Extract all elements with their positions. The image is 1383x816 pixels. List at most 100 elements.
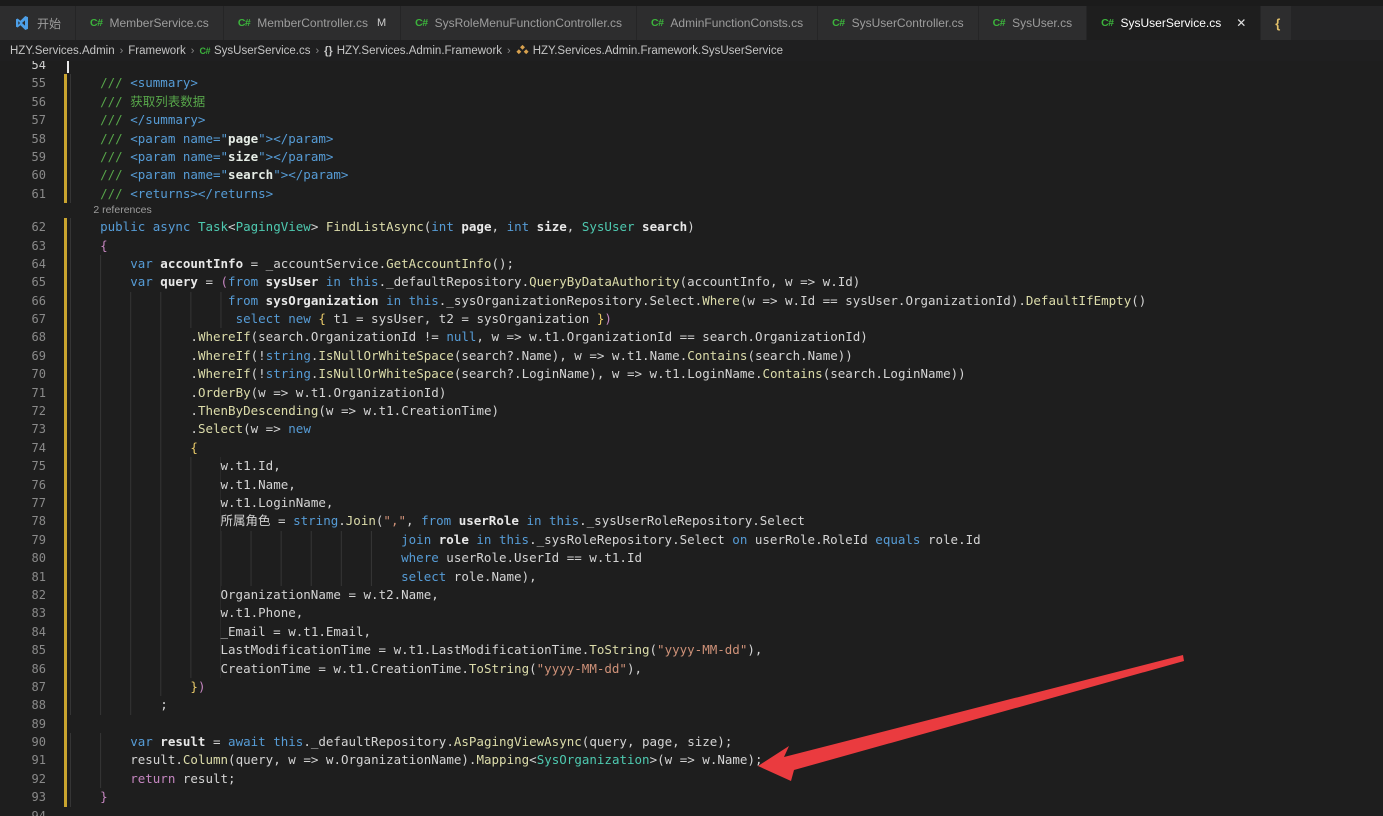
tab-partial[interactable]: { — [1261, 6, 1291, 40]
code-line[interactable]: 92return result; — [0, 770, 1383, 788]
code-line[interactable]: 61/// <returns></returns> — [0, 185, 1383, 203]
code-line[interactable]: 69.WhereIf(!string.IsNullOrWhiteSpace(se… — [0, 347, 1383, 365]
line-number[interactable]: 75 — [0, 457, 48, 475]
line-number[interactable]: 59 — [0, 148, 48, 166]
code-editor[interactable]: 5455/// <summary>56/// 获取列表数据57/// </sum… — [0, 61, 1383, 816]
code-line[interactable]: 63{ — [0, 237, 1383, 255]
tab-SysUser.cs[interactable]: C#SysUser.cs — [979, 6, 1086, 40]
line-number[interactable]: 83 — [0, 604, 48, 622]
line-number[interactable]: 93 — [0, 788, 48, 806]
line-number[interactable]: 84 — [0, 623, 48, 641]
code-line[interactable]: 79join role in this._sysRoleRepository.S… — [0, 531, 1383, 549]
line-number[interactable]: 72 — [0, 402, 48, 420]
line-number[interactable]: 74 — [0, 439, 48, 457]
line-number[interactable]: 81 — [0, 568, 48, 586]
line-number[interactable]: 58 — [0, 130, 48, 148]
line-number[interactable]: 94 — [0, 807, 48, 816]
breadcrumb-item[interactable]: HZY.Services.Admin — [10, 45, 115, 57]
line-number[interactable]: 62 — [0, 218, 48, 236]
code-line[interactable]: 84_Email = w.t1.Email, — [0, 623, 1383, 641]
line-number[interactable]: 80 — [0, 549, 48, 567]
line-number[interactable]: 86 — [0, 660, 48, 678]
code-line[interactable]: 82OrganizationName = w.t2.Name, — [0, 586, 1383, 604]
line-number[interactable]: 63 — [0, 237, 48, 255]
close-icon[interactable]: ✕ — [1236, 16, 1246, 30]
code-line[interactable]: 94 — [0, 807, 1383, 816]
tab-MemberService.cs[interactable]: C#MemberService.cs — [76, 6, 223, 40]
codelens-label[interactable]: 2 references — [48, 203, 152, 218]
code-line[interactable]: 62public async Task<PagingView> FindList… — [0, 218, 1383, 236]
line-number[interactable]: 56 — [0, 93, 48, 111]
line-number[interactable]: 91 — [0, 751, 48, 769]
code-line[interactable]: 70.WhereIf(!string.IsNullOrWhiteSpace(se… — [0, 365, 1383, 383]
code-line[interactable]: 77w.t1.LoginName, — [0, 494, 1383, 512]
line-number[interactable]: 57 — [0, 111, 48, 129]
line-number[interactable]: 85 — [0, 641, 48, 659]
line-number[interactable]: 71 — [0, 384, 48, 402]
code-line[interactable]: 56/// 获取列表数据 — [0, 93, 1383, 111]
tab-开始[interactable]: 开始 — [0, 6, 75, 40]
code-line[interactable]: 74{ — [0, 439, 1383, 457]
line-number[interactable]: 66 — [0, 292, 48, 310]
line-number[interactable]: 92 — [0, 770, 48, 788]
line-number[interactable]: 65 — [0, 273, 48, 291]
code-line[interactable]: 93} — [0, 788, 1383, 806]
code-line[interactable]: 81select role.Name), — [0, 568, 1383, 586]
tab-AdminFunctionConsts.cs[interactable]: C#AdminFunctionConsts.cs — [637, 6, 817, 40]
codelens-references[interactable]: 2 references — [0, 203, 1383, 218]
code-line[interactable]: 78所属角色 = string.Join(",", from userRole … — [0, 512, 1383, 530]
code-line[interactable]: 80where userRole.UserId == w.t1.Id — [0, 549, 1383, 567]
code-line[interactable]: 86CreationTime = w.t1.CreationTime.ToStr… — [0, 660, 1383, 678]
line-number[interactable]: 89 — [0, 715, 48, 733]
code-line[interactable]: 60/// <param name="search"></param> — [0, 166, 1383, 184]
line-number[interactable]: 55 — [0, 74, 48, 92]
breadcrumb-item[interactable]: HZY.Services.Admin.Framework.SysUserServ… — [516, 44, 783, 57]
line-number[interactable]: 69 — [0, 347, 48, 365]
code-line[interactable]: 55/// <summary> — [0, 74, 1383, 92]
code-line[interactable]: 90var result = await this._defaultReposi… — [0, 733, 1383, 751]
tab-SysUserController.cs[interactable]: C#SysUserController.cs — [818, 6, 977, 40]
code-line[interactable]: 87}) — [0, 678, 1383, 696]
code-line[interactable]: 54 — [0, 61, 1383, 74]
code-line[interactable]: 71.OrderBy(w => w.t1.OrganizationId) — [0, 384, 1383, 402]
code-line[interactable]: 88; — [0, 696, 1383, 714]
code-line[interactable]: 59/// <param name="size"></param> — [0, 148, 1383, 166]
code-line[interactable]: 75w.t1.Id, — [0, 457, 1383, 475]
line-number[interactable]: 76 — [0, 476, 48, 494]
line-number[interactable]: 90 — [0, 733, 48, 751]
line-number[interactable]: 60 — [0, 166, 48, 184]
breadcrumb-item[interactable]: {}HZY.Services.Admin.Framework — [324, 45, 502, 57]
breadcrumb-item[interactable]: C#SysUserService.cs — [199, 45, 310, 57]
code-line[interactable]: 66from sysOrganization in this._sysOrgan… — [0, 292, 1383, 310]
tab-SysUserService.cs[interactable]: C#SysUserService.cs✕ — [1087, 6, 1260, 40]
code-line[interactable]: 85LastModificationTime = w.t1.LastModifi… — [0, 641, 1383, 659]
line-number[interactable]: 68 — [0, 328, 48, 346]
line-number[interactable]: 77 — [0, 494, 48, 512]
line-number[interactable]: 61 — [0, 185, 48, 203]
code-line[interactable]: 72.ThenByDescending(w => w.t1.CreationTi… — [0, 402, 1383, 420]
line-number[interactable]: 54 — [0, 61, 48, 74]
code-line[interactable]: 58/// <param name="page"></param> — [0, 130, 1383, 148]
code-line[interactable]: 64var accountInfo = _accountService.GetA… — [0, 255, 1383, 273]
tab-SysRoleMenuFunctionController.cs[interactable]: C#SysRoleMenuFunctionController.cs — [401, 6, 636, 40]
code-line[interactable]: 76w.t1.Name, — [0, 476, 1383, 494]
breadcrumb-item[interactable]: Framework — [128, 45, 186, 57]
tab-MemberController.cs[interactable]: C#MemberController.csM — [224, 6, 400, 40]
line-number[interactable]: 70 — [0, 365, 48, 383]
code-line[interactable]: 57/// </summary> — [0, 111, 1383, 129]
code-line[interactable]: 68.WhereIf(search.OrganizationId != null… — [0, 328, 1383, 346]
line-number[interactable]: 67 — [0, 310, 48, 328]
code-line[interactable]: 83w.t1.Phone, — [0, 604, 1383, 622]
line-number[interactable]: 79 — [0, 531, 48, 549]
line-number[interactable]: 82 — [0, 586, 48, 604]
code-line[interactable]: 89 — [0, 715, 1383, 733]
line-number[interactable]: 88 — [0, 696, 48, 714]
line-number[interactable]: 87 — [0, 678, 48, 696]
line-number[interactable]: 73 — [0, 420, 48, 438]
line-number[interactable]: 64 — [0, 255, 48, 273]
code-line[interactable]: 91result.Column(query, w => w.Organizati… — [0, 751, 1383, 769]
line-number[interactable]: 78 — [0, 512, 48, 530]
code-line[interactable]: 67select new { t1 = sysUser, t2 = sysOrg… — [0, 310, 1383, 328]
code-line[interactable]: 73.Select(w => new — [0, 420, 1383, 438]
code-line[interactable]: 65var query = (from sysUser in this._def… — [0, 273, 1383, 291]
